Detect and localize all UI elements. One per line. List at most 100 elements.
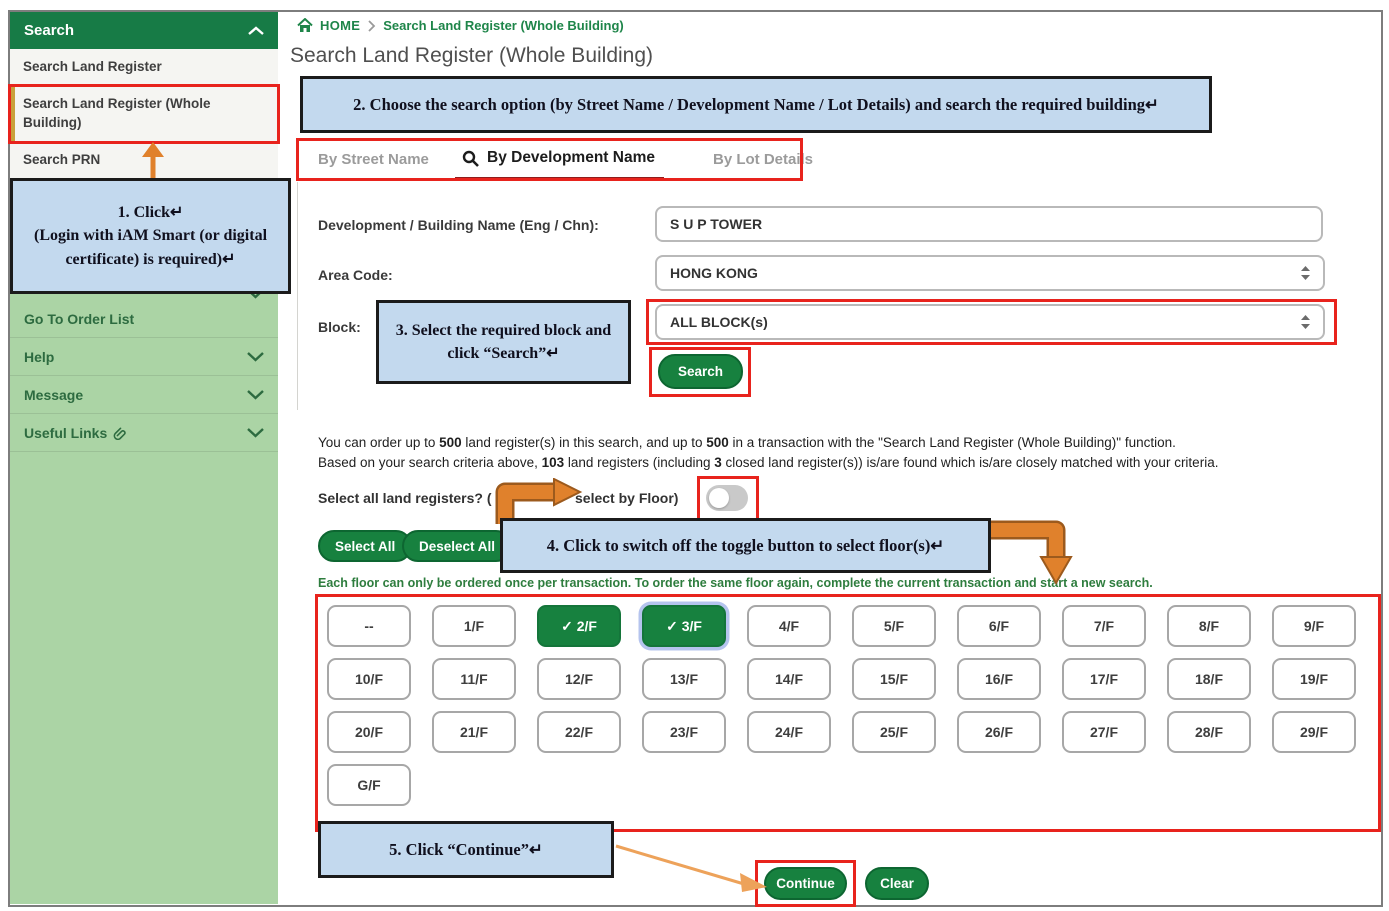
tab-by-lot-details[interactable]: By Lot Details (713, 151, 813, 168)
chevron-up-icon (248, 26, 264, 36)
floor-chip[interactable]: 17/F (1062, 658, 1146, 700)
floor-chip[interactable]: 3/F (642, 605, 726, 647)
text-segment: You can order up to (318, 435, 439, 450)
text-segment: 500 (706, 435, 729, 450)
select-all-button-label: Select All (335, 539, 395, 554)
floor-chip[interactable]: 16/F (957, 658, 1041, 700)
select-all-question-prefix: Select all land registers? ( (318, 490, 492, 506)
floor-chip[interactable]: 10/F (327, 658, 411, 700)
floor-chip[interactable]: 24/F (747, 711, 831, 753)
floor-chip[interactable]: 7/F (1062, 605, 1146, 647)
floor-chip[interactable]: 12/F (537, 658, 621, 700)
block-label: Block: (318, 319, 361, 335)
floor-grid: -- 1/F 2/F 3/F 4/F 5/F 6/F 7/F 8/F 9/F 10/F 11/F 12/… (327, 605, 1373, 806)
floor-chip[interactable]: 9/F (1272, 605, 1356, 647)
floor-chip[interactable]: 11/F (432, 658, 516, 700)
floor-chip[interactable]: 26/F (957, 711, 1041, 753)
floor-chip[interactable]: 28/F (1167, 711, 1251, 753)
sidebar-header-label: Search (24, 22, 74, 39)
text-segment: land registers (including (564, 455, 714, 470)
sidebar-item-search-prn[interactable]: Search PRN (10, 142, 278, 180)
annotation-step1: 1. Click↵ (Login with iAM Smart (or digi… (10, 178, 291, 294)
floor-chip[interactable]: 22/F (537, 711, 621, 753)
deselect-all-button[interactable]: Deselect All (402, 530, 512, 562)
search-button-label: Search (678, 364, 723, 379)
tab-by-street-name[interactable]: By Street Name (318, 151, 429, 168)
floor-chip[interactable]: -- (327, 605, 411, 647)
block-value: ALL BLOCK(s) (670, 314, 768, 330)
sidebar-item-search-land-register[interactable]: Search Land Register (10, 49, 278, 86)
annotation-step2: 2. Choose the search option (by Street N… (300, 76, 1212, 133)
floor-chip[interactable]: 20/F (327, 711, 411, 753)
home-icon (297, 18, 313, 33)
floor-chip[interactable]: 19/F (1272, 658, 1356, 700)
text-segment: in a transaction with the "Search Land R… (729, 435, 1176, 450)
annotation-step5-text: 5. Click “Continue”↵ (389, 838, 543, 862)
sidebar-item-label: Search Land Register (23, 58, 162, 76)
chevron-down-icon (247, 389, 264, 400)
text-segment: land register(s) in this search, and up … (462, 435, 707, 450)
toggle-knob (709, 488, 729, 508)
results-summary: You can order up to 500 land register(s)… (318, 433, 1382, 472)
sidebar-item-message[interactable]: Message (10, 376, 278, 414)
sidebar-item-label: Search PRN (23, 151, 100, 169)
annotation-step3-text: 3. Select the required block and click “… (395, 319, 612, 365)
select-all-toggle[interactable] (706, 485, 748, 511)
annotation-step3: 3. Select the required block and click “… (376, 300, 631, 384)
area-code-select[interactable]: HONG KONG (655, 255, 1325, 291)
continue-button[interactable]: Continue (764, 867, 847, 900)
chevron-down-icon (247, 351, 264, 362)
floor-chip[interactable]: 4/F (747, 605, 831, 647)
annotation-step2-text: 2. Choose the search option (by Street N… (353, 93, 1159, 117)
annotation-step4-text: 4. Click to switch off the toggle button… (547, 534, 944, 558)
deselect-all-button-label: Deselect All (419, 539, 495, 554)
clear-button[interactable]: Clear (865, 867, 929, 900)
text-segment: closed land register(s)) is/are found wh… (722, 455, 1219, 470)
floor-chip[interactable]: 13/F (642, 658, 726, 700)
annotation-step5: 5. Click “Continue”↵ (318, 821, 614, 878)
active-tab-underline (455, 177, 664, 181)
sidebar-item-help[interactable]: Help (10, 338, 278, 376)
breadcrumb-chevron-icon (367, 20, 376, 32)
tab-label: By Lot Details (713, 151, 813, 168)
text-segment: Based on your search criteria above, (318, 455, 542, 470)
search-icon (462, 150, 479, 167)
floor-chip[interactable]: 23/F (642, 711, 726, 753)
sidebar-item-search-land-register-whole-building[interactable]: Search Land Register (Whole Building) (10, 86, 278, 142)
annotation-diagonal-arrow-icon (612, 840, 772, 896)
results-summary-line1: You can order up to 500 land register(s)… (318, 433, 1382, 453)
floor-chip[interactable]: 25/F (852, 711, 936, 753)
breadcrumb-current: Search Land Register (Whole Building) (383, 18, 624, 33)
sidebar-item-go-to-order-list[interactable]: Go To Order List (10, 300, 278, 338)
block-select[interactable]: ALL BLOCK(s) (655, 304, 1325, 340)
dev-name-input[interactable]: S U P TOWER (655, 206, 1323, 242)
select-all-button[interactable]: Select All (318, 530, 412, 562)
sidebar-item-label: Help (24, 349, 54, 365)
floor-chip[interactable]: 5/F (852, 605, 936, 647)
breadcrumb-home-link[interactable]: HOME (320, 18, 360, 33)
floor-chip[interactable]: 6/F (957, 605, 1041, 647)
floor-chip[interactable]: 29/F (1272, 711, 1356, 753)
annotation-step1-line1: 1. Click↵ (118, 201, 184, 224)
tab-by-development-name[interactable]: By Development Name (462, 149, 655, 167)
dev-name-value: S U P TOWER (670, 216, 762, 232)
floor-chip[interactable]: G/F (327, 764, 411, 806)
floor-chip[interactable]: 8/F (1167, 605, 1251, 647)
floor-chip[interactable]: 27/F (1062, 711, 1146, 753)
tab-label: By Development Name (487, 149, 655, 167)
floor-chip[interactable]: 14/F (747, 658, 831, 700)
sidebar-header-search[interactable]: Search (10, 12, 278, 49)
text-segment: 103 (542, 455, 565, 470)
annotation-step1-line2: (Login with iAM Smart (or digital certif… (25, 224, 276, 270)
floor-chip[interactable]: 1/F (432, 605, 516, 647)
floor-chip[interactable]: 18/F (1167, 658, 1251, 700)
select-arrows-icon (1301, 266, 1310, 280)
floor-chip[interactable]: 15/F (852, 658, 936, 700)
floor-chip[interactable]: 21/F (432, 711, 516, 753)
page-title: Search Land Register (Whole Building) (290, 44, 653, 68)
panel-divider (297, 182, 298, 410)
sidebar-item-useful-links[interactable]: Useful Links (10, 414, 278, 452)
floor-chip[interactable]: 2/F (537, 605, 621, 647)
breadcrumb: HOME Search Land Register (Whole Buildin… (297, 18, 624, 33)
search-button[interactable]: Search (658, 354, 743, 389)
